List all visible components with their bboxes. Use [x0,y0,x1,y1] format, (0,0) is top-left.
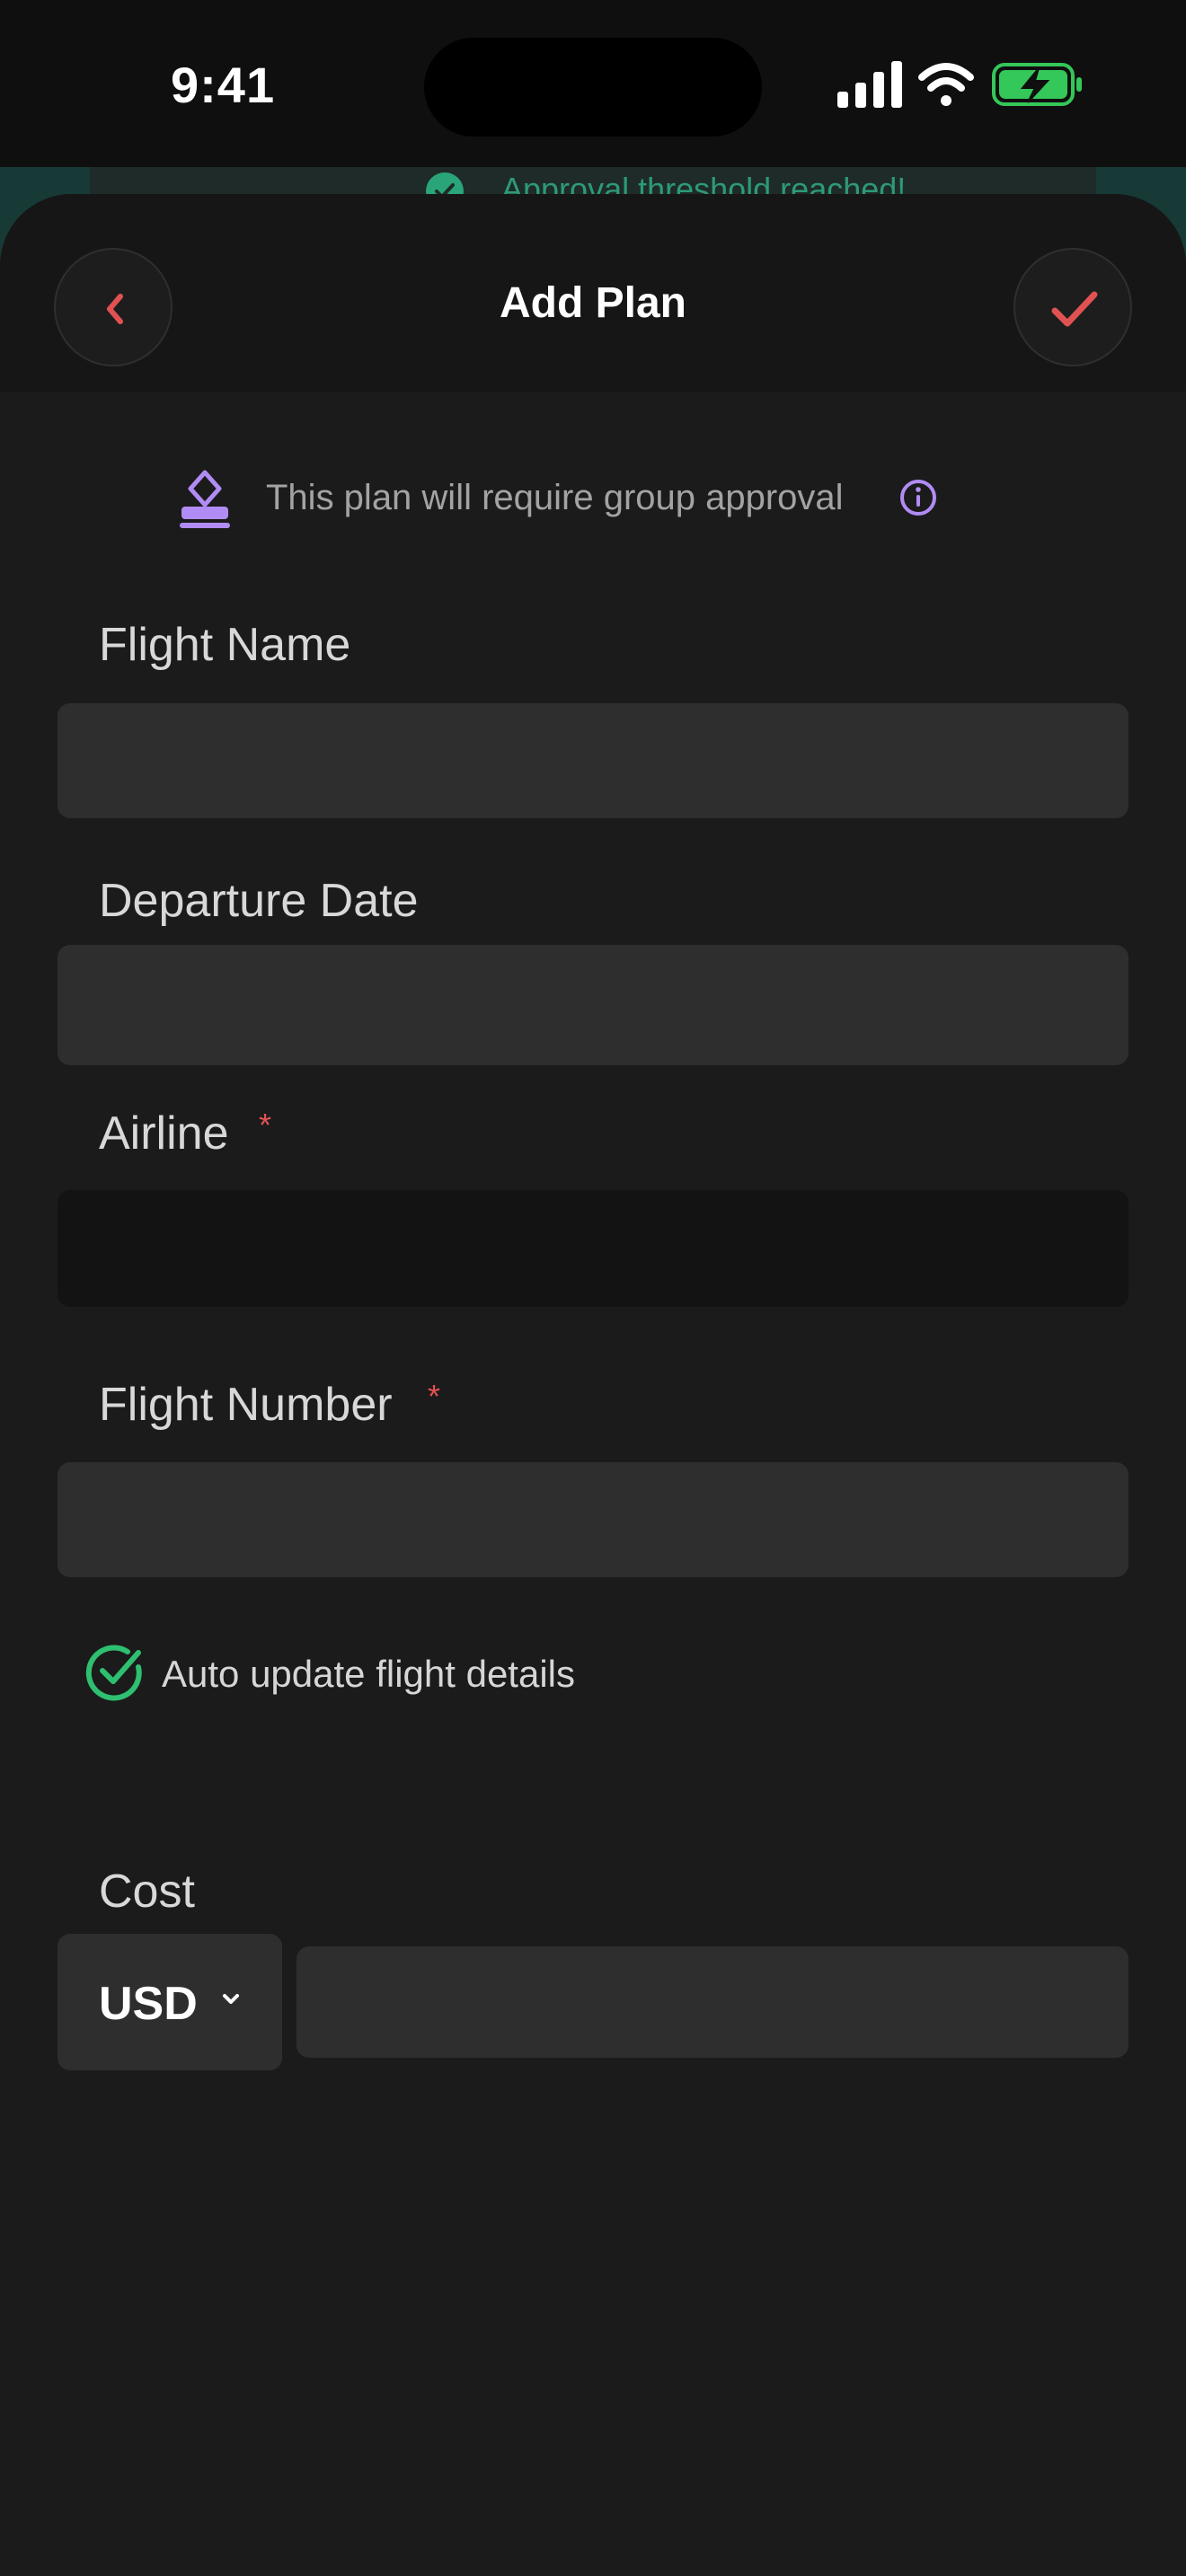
flight-number-required-mark: * [428,1378,441,1415]
airline-input[interactable] [58,1190,1128,1307]
departure-date-label: Departure Date [99,875,419,927]
airline-label: Airline [99,1107,229,1160]
flight-number-label: Flight Number [99,1379,393,1431]
battery-charging-icon [992,63,1082,106]
auto-update-toggle[interactable]: Auto update flight details [83,1640,622,1712]
info-icon[interactable] [898,478,938,517]
cost-input[interactable] [296,1946,1128,2058]
page-title: Add Plan [499,279,686,327]
back-button[interactable] [54,248,173,366]
departure-date-input[interactable] [58,945,1128,1065]
sheet-header: Add Plan [0,194,1186,392]
status-icons [836,59,1087,113]
status-bar: 9:41 [0,0,1186,167]
approval-notice-text: This plan will require group approval [266,478,844,517]
currency-value: USD [99,1978,198,2030]
cellular-signal-icon [837,61,902,108]
add-plan-screen: 9:41 Approval threshold reached! Add Pla… [0,0,1186,2576]
cost-label: Cost [99,1866,195,1918]
currency-select[interactable]: USD [58,1934,282,2070]
chevron-left-icon [107,294,123,324]
approval-stamp-icon [180,470,230,528]
checkmark-icon [1051,291,1098,327]
check-circle-icon [85,1645,142,1701]
auto-update-label: Auto update flight details [162,1653,575,1695]
flight-name-label: Flight Name [99,619,351,671]
flight-number-input[interactable] [58,1462,1128,1577]
airline-required-mark: * [259,1107,272,1143]
chevron-down-icon [223,1994,239,2004]
dynamic-island [424,38,762,137]
wifi-icon [918,63,974,106]
status-time: 9:41 [171,57,276,113]
flight-name-input[interactable] [58,703,1128,818]
save-button[interactable] [1013,248,1132,366]
